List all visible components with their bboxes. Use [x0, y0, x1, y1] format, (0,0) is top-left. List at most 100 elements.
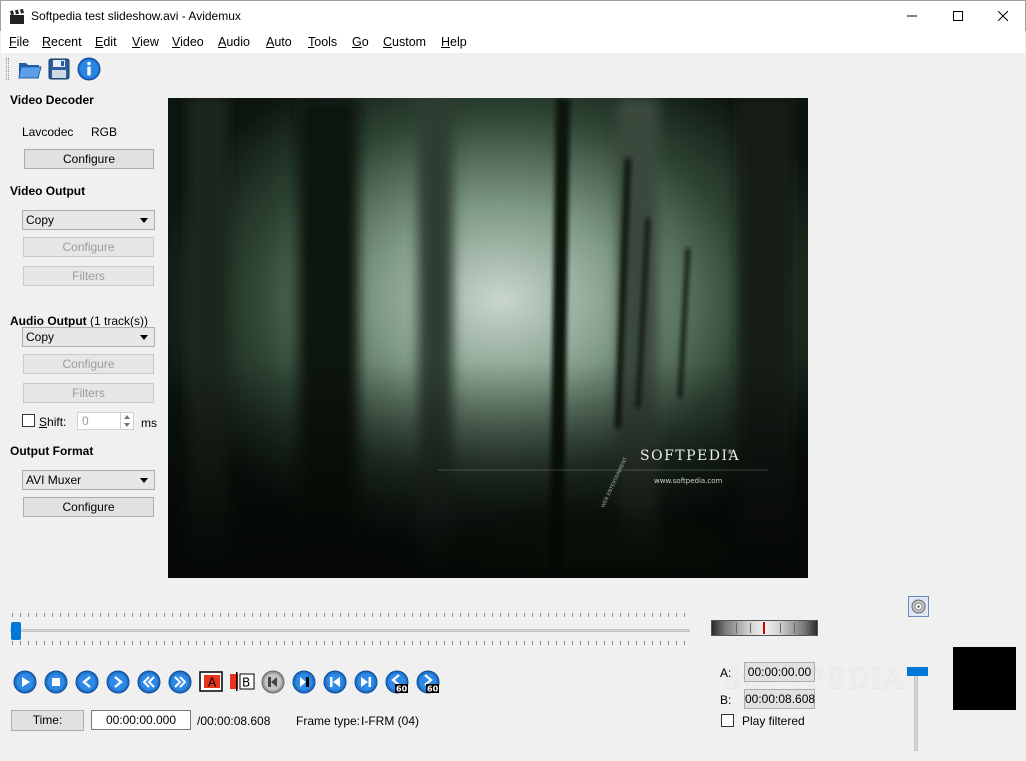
set-marker-a-icon[interactable]: A — [199, 670, 225, 694]
set-marker-b-icon[interactable]: B — [230, 670, 256, 694]
toolbar — [1, 53, 1025, 85]
time-button[interactable]: Time: — [11, 710, 84, 731]
output-format-select[interactable]: AVI Muxer — [22, 470, 155, 490]
open-folder-icon — [18, 63, 42, 79]
menu-custom[interactable]: Custom — [383, 35, 426, 49]
window-title: Softpedia test slideshow.avi - Avidemux — [31, 9, 241, 23]
save-button[interactable] — [46, 56, 72, 82]
svg-text:B: B — [242, 676, 250, 690]
play-icon[interactable] — [13, 670, 37, 694]
forward-60-seconds-icon[interactable]: 60 — [416, 670, 440, 694]
maximize-icon — [953, 11, 963, 21]
dropdown-arrow-icon — [140, 335, 148, 340]
video-output-select[interactable]: Copy — [22, 210, 155, 230]
preview-url-text: www.softpedia.com — [654, 477, 723, 485]
forest-frame-image: SOFTPEDIA ® www.softpedia.com WEB ENTERT… — [168, 98, 808, 578]
video-output-title: Video Output — [10, 184, 86, 198]
back-60-seconds-icon[interactable]: 60 — [385, 670, 409, 694]
timeline-ticks-bottom — [12, 641, 688, 645]
go-to-first-frame-icon[interactable] — [323, 670, 347, 694]
output-format-title: Output Format — [10, 444, 94, 458]
svg-text:60: 60 — [427, 685, 439, 694]
shift-spinbox[interactable]: 0 — [77, 412, 134, 430]
speaker-icon — [911, 599, 926, 614]
volume-thumb[interactable] — [907, 667, 928, 676]
marker-a-label: A: — [720, 666, 732, 680]
video-output-configure-button[interactable]: Configure — [23, 237, 154, 257]
audio-output-filters-button[interactable]: Filters — [23, 383, 154, 403]
info-icon — [77, 57, 101, 81]
open-button[interactable] — [17, 56, 43, 82]
video-preview: SOFTPEDIA ® www.softpedia.com WEB ENTERT… — [168, 98, 808, 578]
shift-label: Shift: — [39, 415, 67, 429]
timeline-thumb[interactable] — [11, 622, 21, 640]
minimize-icon — [907, 15, 917, 17]
video-decoder-title: Video Decoder — [10, 93, 94, 107]
video-output-filters-button[interactable]: Filters — [23, 266, 154, 286]
previous-frame-icon[interactable] — [75, 670, 99, 694]
marker-b-label: B: — [720, 693, 732, 707]
menu-help[interactable]: Help — [441, 35, 467, 49]
menu-file[interactable]: File — [9, 35, 29, 49]
stop-icon[interactable] — [44, 670, 68, 694]
shift-value: 0 — [82, 414, 89, 428]
menu-go[interactable]: Go — [352, 35, 369, 49]
play-filtered-label: Play filtered — [742, 714, 805, 728]
menu-edit[interactable]: Edit — [95, 35, 117, 49]
output-format-configure-button[interactable]: Configure — [23, 497, 154, 517]
svg-text:60: 60 — [396, 685, 408, 694]
title-bar: Softpedia test slideshow.avi - Avidemux — [0, 0, 1026, 31]
menu-recent[interactable]: Recent — [42, 35, 82, 49]
shift-unit-label: ms — [141, 416, 157, 430]
menu-auto[interactable]: Auto — [266, 35, 292, 49]
timeline-ticks-top — [12, 613, 688, 617]
timeline-slider[interactable] — [10, 613, 690, 645]
go-to-last-frame-icon[interactable] — [354, 670, 378, 694]
jog-shuttle[interactable] — [711, 620, 818, 636]
audio-meter — [953, 647, 1016, 710]
close-icon — [998, 11, 1008, 21]
audio-output-configure-button[interactable]: Configure — [23, 354, 154, 374]
menu-video[interactable]: Video — [172, 35, 204, 49]
audio-toggle-button[interactable] — [908, 596, 929, 617]
next-keyframe-icon[interactable] — [168, 670, 192, 694]
spin-arrows-icon[interactable] — [120, 413, 133, 429]
toolbar-grip[interactable] — [6, 58, 9, 80]
marker-a-field[interactable]: 00:00:00.00 — [744, 662, 815, 682]
shift-checkbox[interactable] — [22, 414, 35, 427]
duration-label: /00:00:08.608 — [197, 714, 271, 728]
marker-b-field[interactable]: 00:00:08.608 — [744, 689, 815, 709]
clapperboard-icon — [10, 9, 24, 24]
current-time-field[interactable]: 00:00:00.000 — [91, 710, 191, 730]
decoder-configure-button[interactable]: Configure — [24, 149, 154, 169]
frame-type-value: I-FRM (04) — [361, 714, 419, 728]
menu-audio[interactable]: Audio — [218, 35, 250, 49]
close-button[interactable] — [980, 1, 1026, 31]
menu-tools[interactable]: Tools — [308, 35, 337, 49]
output-format-value: AVI Muxer — [26, 473, 82, 487]
decoder-format-label: RGB — [91, 125, 118, 139]
previous-black-frame-icon[interactable] — [261, 670, 285, 694]
audio-output-value: Copy — [26, 330, 55, 344]
info-button[interactable] — [76, 56, 102, 82]
next-black-frame-icon[interactable] — [292, 670, 316, 694]
frame-type-label: Frame type: — [296, 714, 361, 728]
decoder-codec-label: Lavcodec — [22, 125, 74, 139]
previous-keyframe-icon[interactable] — [137, 670, 161, 694]
save-disk-icon — [48, 58, 70, 80]
next-frame-icon[interactable] — [106, 670, 130, 694]
timeline-track[interactable] — [10, 629, 690, 632]
audio-output-select[interactable]: Copy — [22, 327, 155, 347]
menu-view[interactable]: View — [132, 35, 159, 49]
play-filtered-checkbox[interactable] — [721, 714, 734, 727]
preview-brand-text: SOFTPEDIA — [640, 448, 740, 464]
volume-track[interactable] — [914, 673, 918, 751]
left-panel: Video Decoder Lavcodec RGB Configure Vid… — [0, 85, 165, 545]
minimize-button[interactable] — [889, 1, 935, 31]
audio-output-title: Audio Output (1 track(s)) — [10, 314, 148, 328]
dropdown-arrow-icon — [140, 218, 148, 223]
video-output-value: Copy — [26, 213, 55, 227]
preview-trademark-text: ® — [727, 449, 733, 456]
maximize-button[interactable] — [935, 1, 981, 31]
menu-bar: File Recent Edit View Video Audio Auto T… — [1, 31, 1025, 53]
